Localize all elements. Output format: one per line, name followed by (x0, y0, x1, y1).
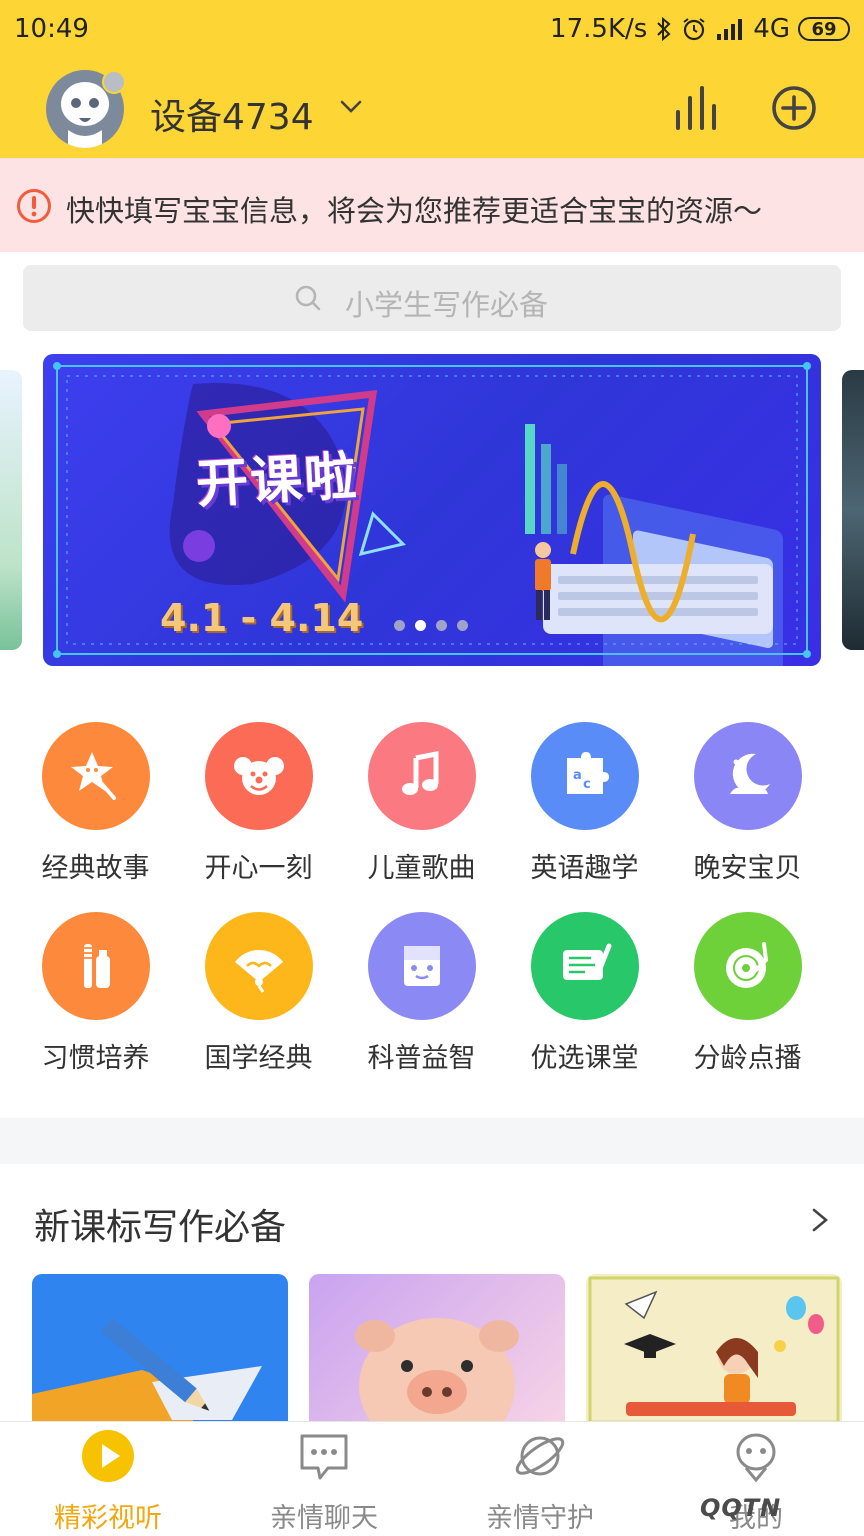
svg-text:a: a (573, 768, 582, 783)
puzzle-icon: ac (530, 722, 639, 830)
category-label: 儿童歌曲 (367, 853, 476, 884)
carousel-dot[interactable] (457, 620, 468, 631)
category-children-songs[interactable]: 儿童歌曲 (340, 722, 503, 885)
category-label: 国学经典 (204, 1043, 313, 1074)
record-icon (693, 912, 802, 1020)
signal-icon (717, 19, 743, 40)
category-classic-stories[interactable]: 经典故事 (14, 722, 177, 885)
status-time: 10:49 (14, 14, 89, 44)
network-type: 4G (753, 14, 790, 44)
category-label: 优选课堂 (530, 1043, 639, 1074)
add-device-icon[interactable] (770, 84, 818, 132)
section-title: 新课标写作必备 (34, 1207, 287, 1248)
music-note-icon (367, 722, 476, 830)
device-name[interactable]: 设备4734 (150, 88, 314, 140)
category-label: 习惯培养 (41, 1043, 150, 1074)
chevron-down-icon[interactable] (336, 92, 366, 122)
tab-label: 精彩视听 (54, 1503, 162, 1534)
category-label: 晚安宝贝 (693, 853, 802, 884)
course-card-girl[interactable] (586, 1274, 842, 1422)
category-label: 经典故事 (41, 853, 150, 884)
bluetooth-icon (657, 16, 671, 42)
moon-icon (693, 722, 802, 830)
watermark: QQTN (700, 1494, 782, 1522)
category-chinese-classics[interactable]: 国学经典 (177, 912, 340, 1075)
toothbrush-icon (41, 912, 150, 1020)
carousel-dot-active[interactable] (415, 620, 426, 631)
svg-text:c: c (583, 777, 591, 792)
tab-label: 亲情守护 (486, 1503, 594, 1534)
category-habit-training[interactable]: 习惯培养 (14, 912, 177, 1075)
planet-icon (515, 1436, 565, 1476)
status-right: 17.5K/s 4G 69 (550, 14, 850, 44)
carousel-dot[interactable] (436, 620, 447, 631)
tab-chat[interactable]: 亲情聊天 (216, 1428, 432, 1535)
girl-graduation-illustration (588, 1276, 840, 1422)
pig-illustration (355, 1318, 519, 1422)
clown-icon (204, 722, 313, 830)
tab-label: 亲情聊天 (270, 1503, 378, 1534)
notice-text: 快快填写宝宝信息，将会为您推荐更适合宝宝的资源～ (66, 194, 763, 228)
carousel-dot[interactable] (394, 620, 405, 631)
category-label: 开心一刻 (204, 853, 313, 884)
banner-title: 开课啦 (194, 446, 360, 516)
stats-icon[interactable] (672, 84, 724, 132)
star-wand-icon (41, 722, 150, 830)
beaker-icon (367, 912, 476, 1020)
status-bar: 10:49 17.5K/s 4G 69 (0, 0, 864, 60)
category-label: 分龄点播 (693, 1043, 802, 1074)
carousel-dots (394, 620, 468, 631)
category-label: 科普益智 (367, 1043, 476, 1074)
category-selected-class[interactable]: 优选课堂 (503, 912, 666, 1075)
banner-date: 4.1 - 4.14 (160, 596, 364, 640)
category-happy-moment[interactable]: 开心一刻 (177, 722, 340, 885)
course-card-pencil[interactable] (32, 1274, 288, 1422)
battery-indicator: 69 (798, 17, 850, 41)
category-goodnight-baby[interactable]: 晚安宝贝 (666, 722, 829, 885)
certificate-icon (530, 912, 639, 1020)
avatar-status-dot (102, 70, 126, 94)
fan-icon (204, 912, 313, 1020)
warning-icon (17, 189, 51, 223)
banner-prev-peek[interactable] (0, 370, 22, 650)
course-card-pig[interactable] (309, 1274, 565, 1422)
search-placeholder: 小学生写作必备 (345, 288, 549, 322)
category-label: 英语趣学 (530, 853, 639, 884)
banner-next-peek[interactable] (842, 370, 864, 650)
chevron-right-icon[interactable] (806, 1204, 834, 1236)
play-icon (82, 1430, 134, 1482)
chat-icon (300, 1434, 348, 1480)
tab-media[interactable]: 精彩视听 (0, 1428, 216, 1535)
category-science-puzzle[interactable]: 科普益智 (340, 912, 503, 1075)
network-speed: 17.5K/s (550, 14, 648, 44)
tab-guard[interactable]: 亲情守护 (432, 1428, 648, 1535)
alarm-icon (683, 18, 705, 41)
profile-icon (736, 1433, 776, 1483)
section-divider (0, 1118, 864, 1164)
pencil-book-illustration (32, 1317, 262, 1422)
search-icon (295, 285, 321, 311)
category-age-on-demand[interactable]: 分龄点播 (666, 912, 829, 1075)
category-english-fun[interactable]: ac 英语趣学 (503, 722, 666, 885)
